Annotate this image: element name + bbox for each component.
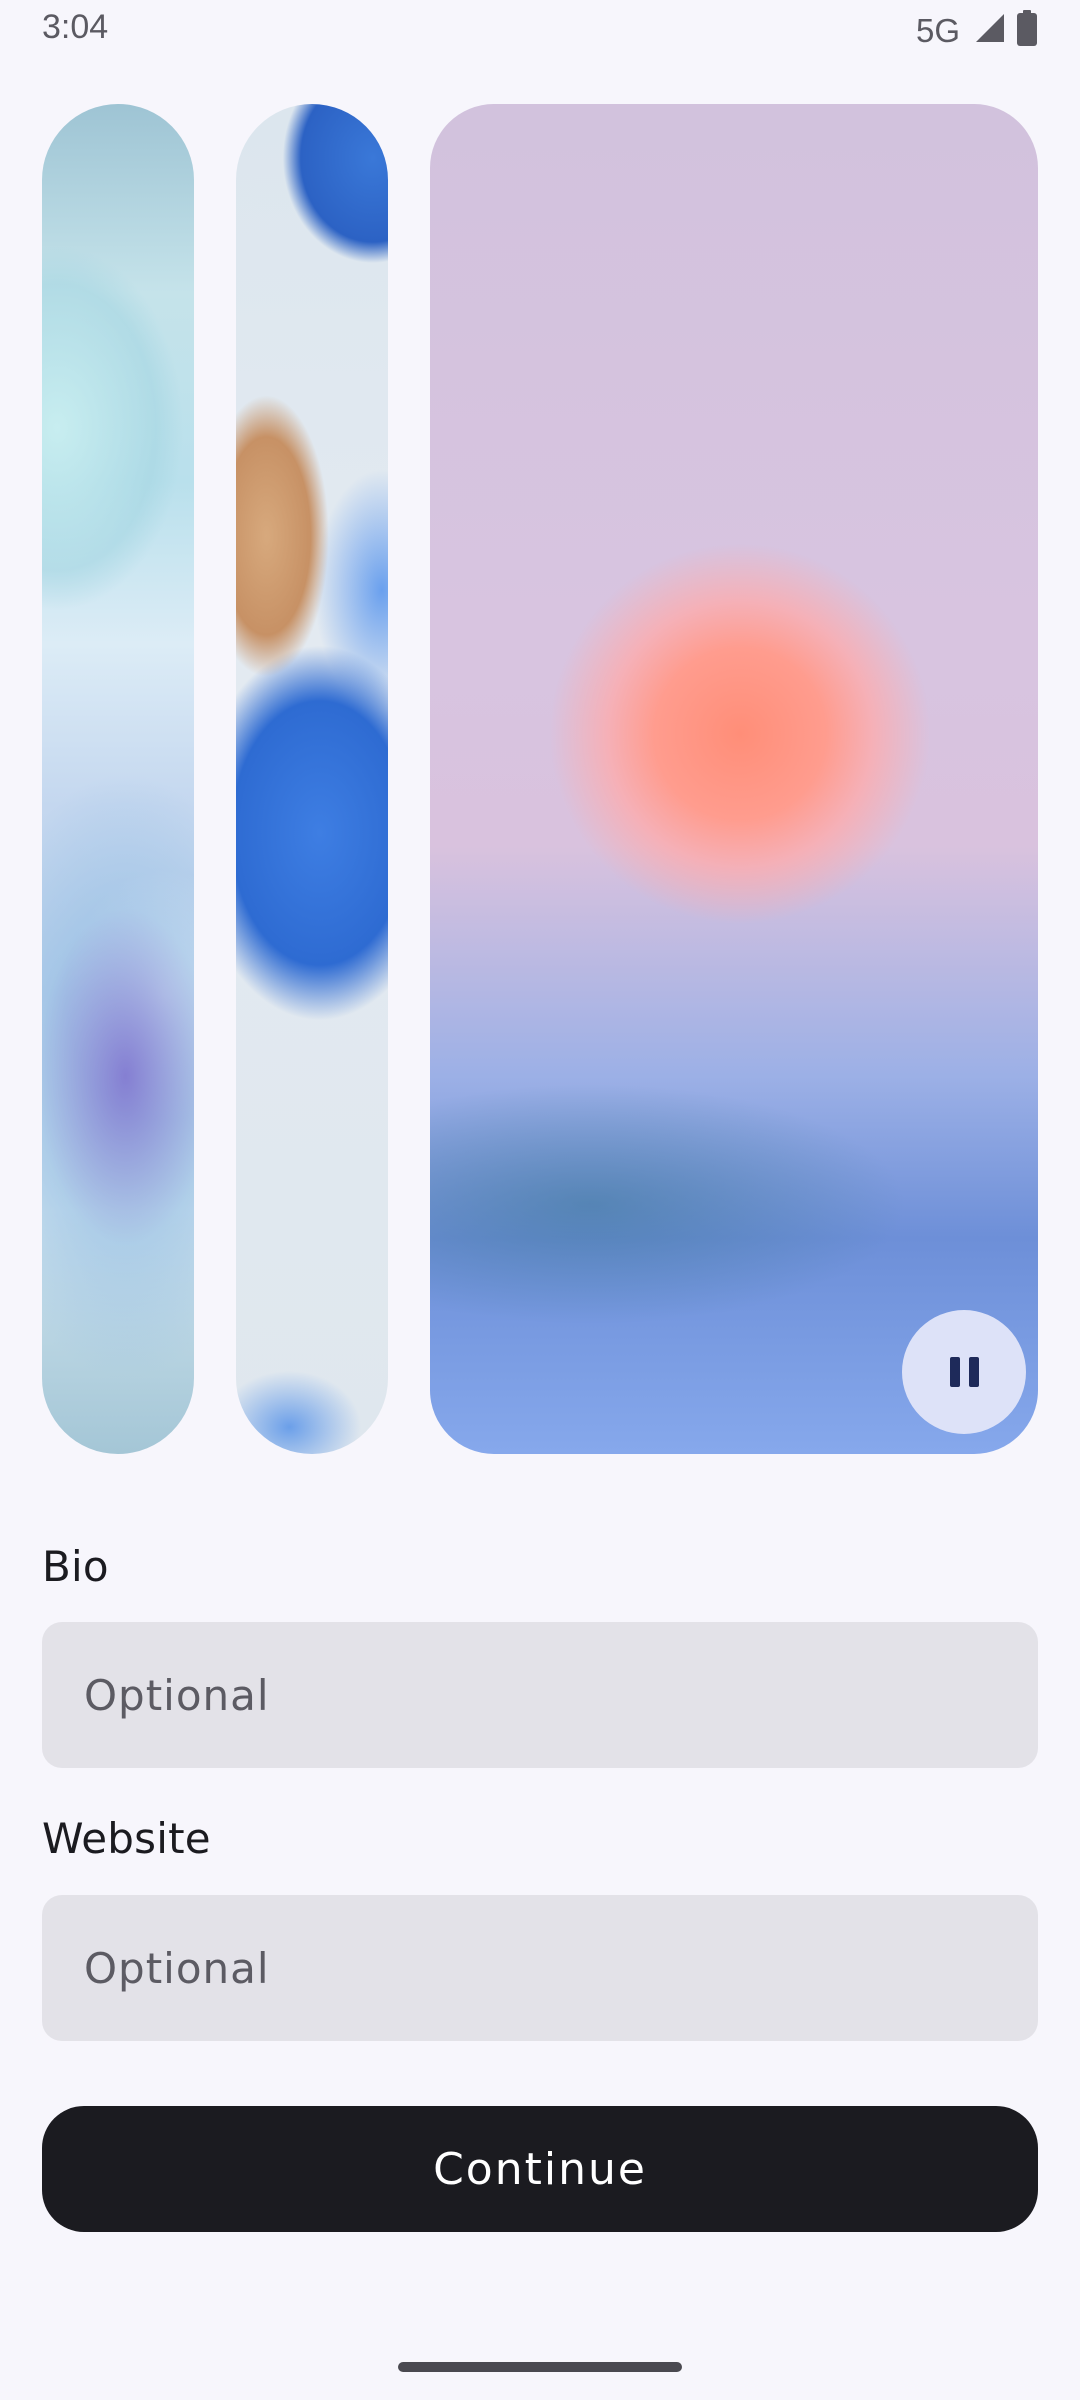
website-input[interactable] (42, 1895, 1038, 2041)
wallpaper-thumbnail-2[interactable] (236, 104, 388, 1454)
pause-button[interactable] (902, 1310, 1026, 1434)
website-label: Website (42, 1814, 211, 1863)
pause-icon (949, 1357, 979, 1387)
screen: 3:04 5G Bio Optional Website Optional Co… (0, 0, 1080, 2400)
wallpaper-carousel[interactable] (42, 104, 1038, 1454)
battery-icon (1016, 10, 1038, 51)
wallpaper-thumbnail-3[interactable] (430, 104, 1038, 1454)
status-time: 3:04 (42, 8, 109, 46)
signal-icon (974, 12, 1006, 49)
status-icons: 5G (916, 10, 1038, 51)
continue-button[interactable]: Continue (42, 2106, 1038, 2232)
network-type: 5G (915, 11, 960, 49)
bio-input[interactable] (42, 1622, 1038, 1768)
status-bar: 3:04 5G (0, 0, 1080, 62)
wallpaper-thumbnail-1[interactable] (42, 104, 194, 1454)
bio-label: Bio (42, 1542, 109, 1591)
home-indicator[interactable] (398, 2362, 682, 2372)
